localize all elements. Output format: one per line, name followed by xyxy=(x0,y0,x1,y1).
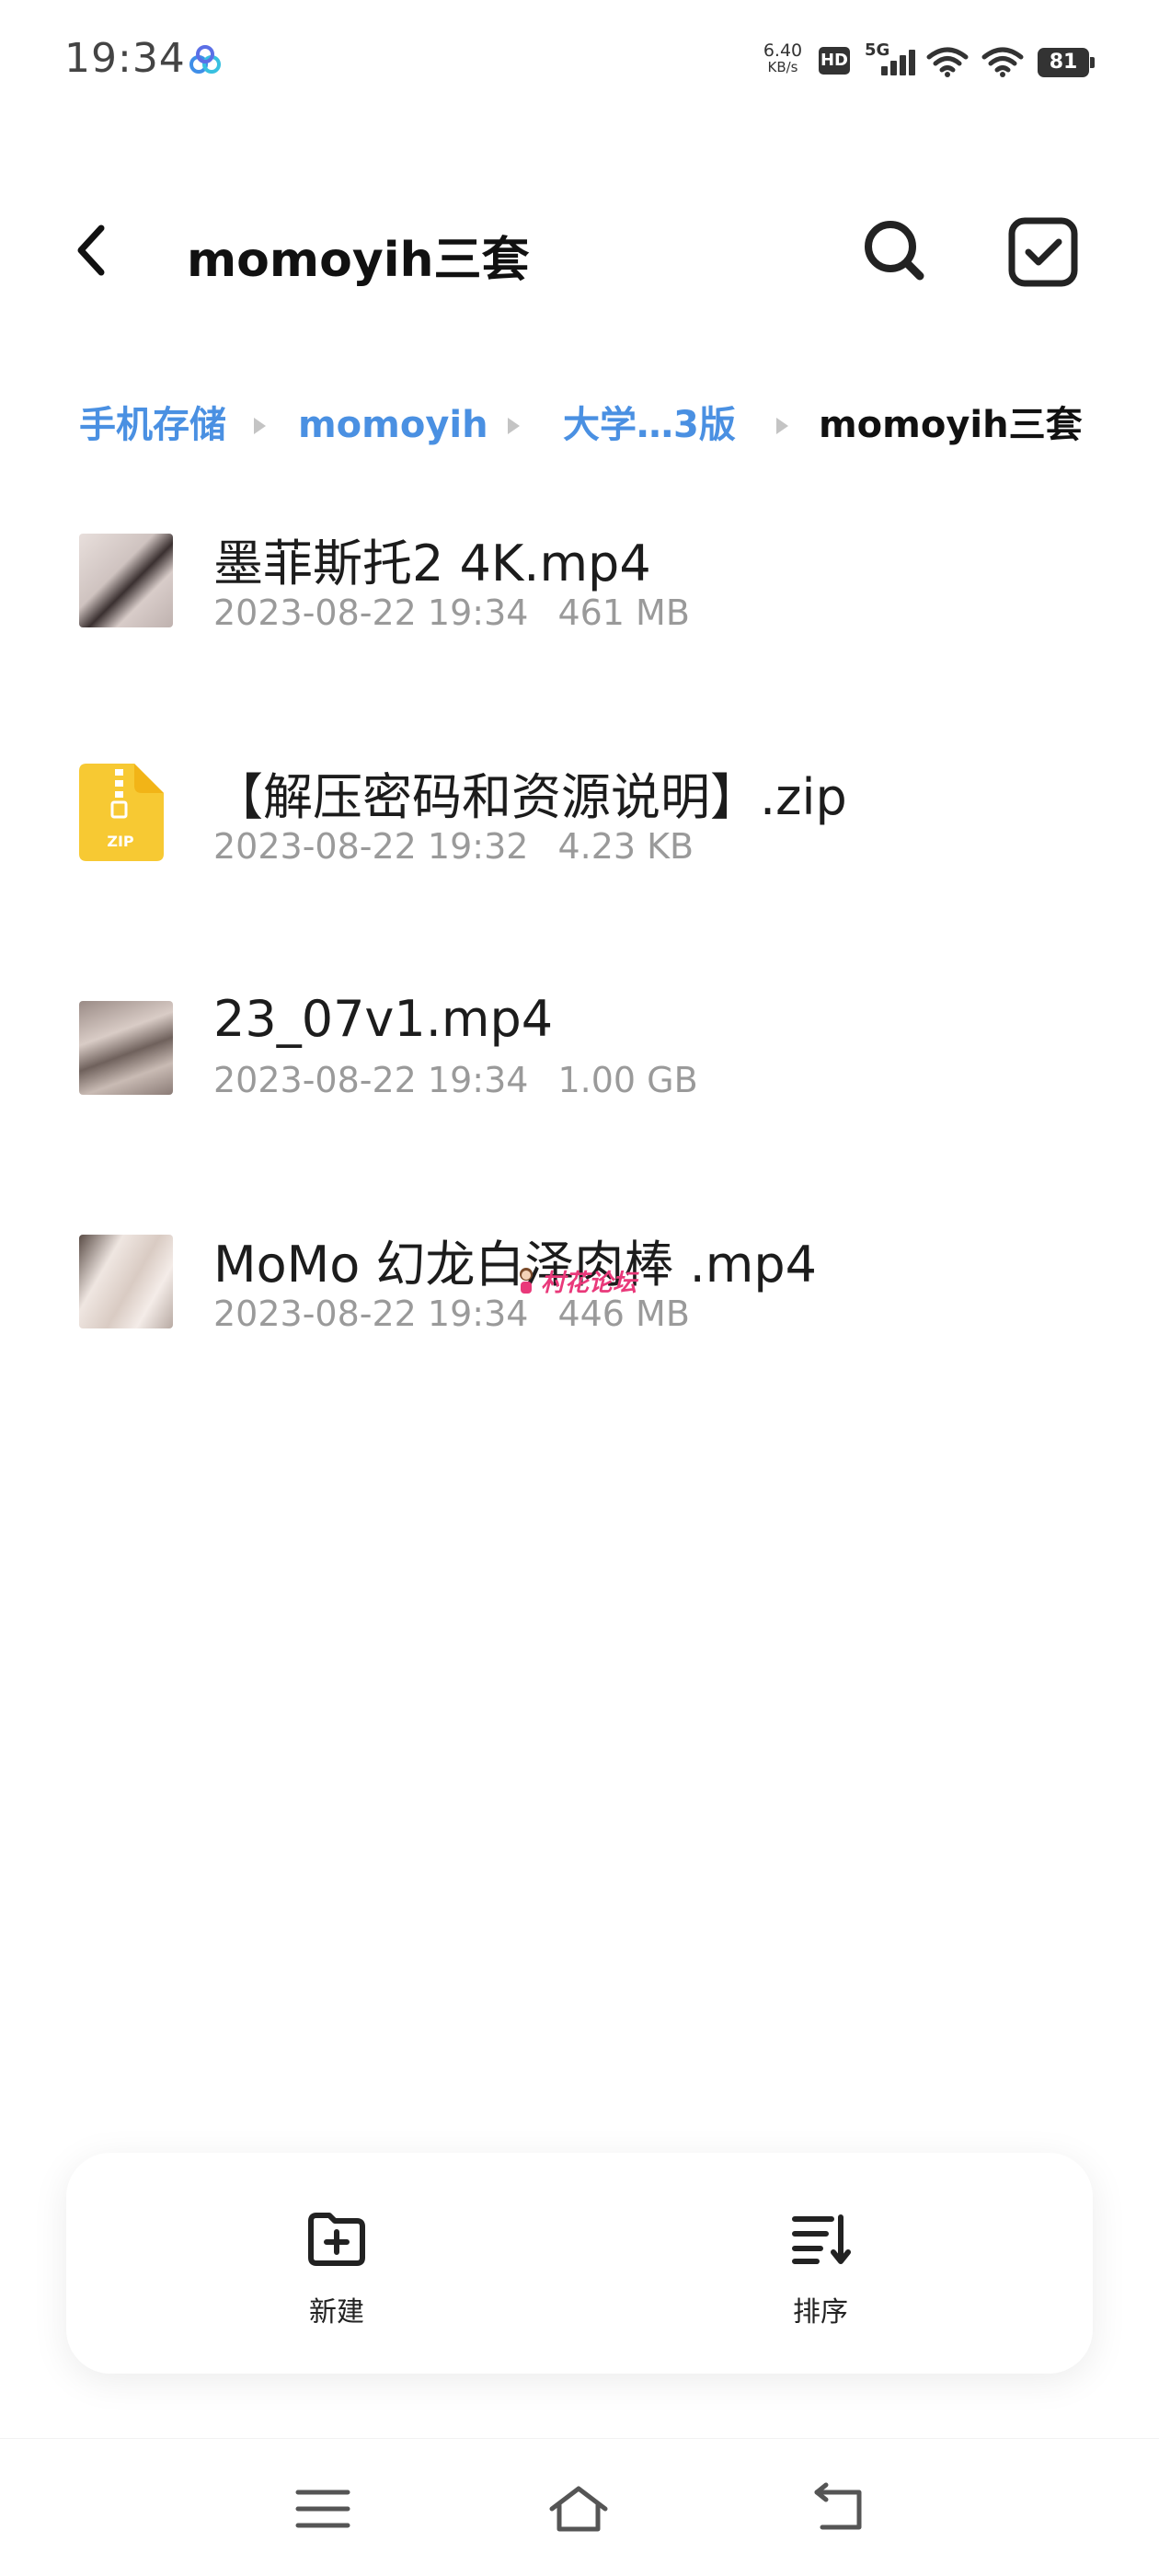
watermark-text: 村花论坛 xyxy=(541,1270,637,1297)
chevron-right-icon xyxy=(508,418,520,434)
file-meta: 2023-08-22 19:34 1.00 GB xyxy=(213,1060,698,1100)
system-nav-bar xyxy=(0,2438,1159,2576)
page-title: momoyih三套 xyxy=(187,233,530,288)
wifi-icon-secondary xyxy=(981,47,1024,77)
breadcrumb: 手机存储 momoyih 大学…3版 momoyih三套 xyxy=(79,397,1109,453)
menu-icon[interactable] xyxy=(291,2481,355,2536)
status-bar: 19:34 6.40 KB/s HD 5G 81 xyxy=(0,0,1159,120)
back-icon[interactable] xyxy=(68,217,123,283)
breadcrumb-item-university[interactable]: 大学…3版 xyxy=(563,397,736,453)
chevron-right-icon xyxy=(776,418,788,434)
file-name: 23_07v1.mp4 xyxy=(213,990,554,1048)
file-meta: 2023-08-22 19:34 461 MB xyxy=(213,592,690,633)
select-icon[interactable] xyxy=(1006,215,1080,289)
network-type-label: 5G xyxy=(865,40,890,60)
file-name: 【解压密码和资源说明】.zip xyxy=(213,768,847,826)
breadcrumb-item-momoyih[interactable]: momoyih xyxy=(298,397,488,453)
watermark-avatar-icon xyxy=(520,1268,533,1294)
watermark: 村花论坛 xyxy=(515,1262,653,1303)
sort-button-label: 排序 xyxy=(793,2296,848,2329)
sort-button[interactable]: 排序 xyxy=(729,2212,912,2340)
file-date: 2023-08-22 19:32 xyxy=(213,826,529,867)
hd-icon: HD xyxy=(819,47,850,75)
video-thumbnail xyxy=(79,1001,173,1095)
video-thumbnail xyxy=(79,1235,173,1328)
new-button[interactable]: 新建 xyxy=(245,2212,429,2340)
home-icon[interactable] xyxy=(546,2481,611,2536)
file-date: 2023-08-22 19:34 xyxy=(213,1294,529,1334)
net-speed-value: 6.40 xyxy=(763,40,803,61)
file-row[interactable]: ZIP 【解压密码和资源说明】.zip 2023-08-22 19:32 4.23… xyxy=(0,738,1159,922)
new-folder-icon xyxy=(308,2213,365,2266)
net-speed-unit: KB/s xyxy=(767,59,798,75)
file-meta: 2023-08-22 19:32 4.23 KB xyxy=(213,826,694,867)
wifi-icon xyxy=(926,47,969,77)
back-nav-icon[interactable] xyxy=(806,2481,870,2536)
file-size: 1.00 GB xyxy=(557,1060,698,1100)
file-row[interactable]: 墨菲斯托2 4K.mp4 2023-08-22 19:34 461 MB xyxy=(0,504,1159,688)
file-size: 4.23 KB xyxy=(557,826,694,867)
zip-icon-label: ZIP xyxy=(107,833,134,850)
zip-icon: ZIP xyxy=(79,764,164,861)
video-thumbnail xyxy=(79,534,173,627)
cellular-signal-icon: 5G xyxy=(865,40,922,77)
file-manager-screen: 19:34 6.40 KB/s HD 5G 81 momoyih三套 手机存储 … xyxy=(0,0,1159,2576)
search-icon[interactable] xyxy=(859,215,929,285)
battery-level: 81 xyxy=(1038,48,1089,77)
breadcrumb-item-storage[interactable]: 手机存储 xyxy=(79,397,226,453)
file-name: 墨菲斯托2 4K.mp4 xyxy=(213,535,651,592)
file-size: 461 MB xyxy=(557,592,690,633)
net-speed: 6.40 KB/s xyxy=(760,40,806,76)
file-row[interactable]: 23_07v1.mp4 2023-08-22 19:34 1.00 GB xyxy=(0,972,1159,1156)
chevron-right-icon xyxy=(254,418,266,434)
action-bar: 新建 排序 xyxy=(66,2153,1093,2374)
breadcrumb-item-current: momoyih三套 xyxy=(819,404,1083,446)
new-button-label: 新建 xyxy=(309,2296,364,2329)
battery-icon: 81 xyxy=(1038,48,1095,77)
cloud-app-icon xyxy=(189,45,221,74)
file-date: 2023-08-22 19:34 xyxy=(213,592,529,633)
sort-icon xyxy=(792,2214,851,2264)
status-time: 19:34 xyxy=(64,35,186,82)
file-date: 2023-08-22 19:34 xyxy=(213,1060,529,1100)
